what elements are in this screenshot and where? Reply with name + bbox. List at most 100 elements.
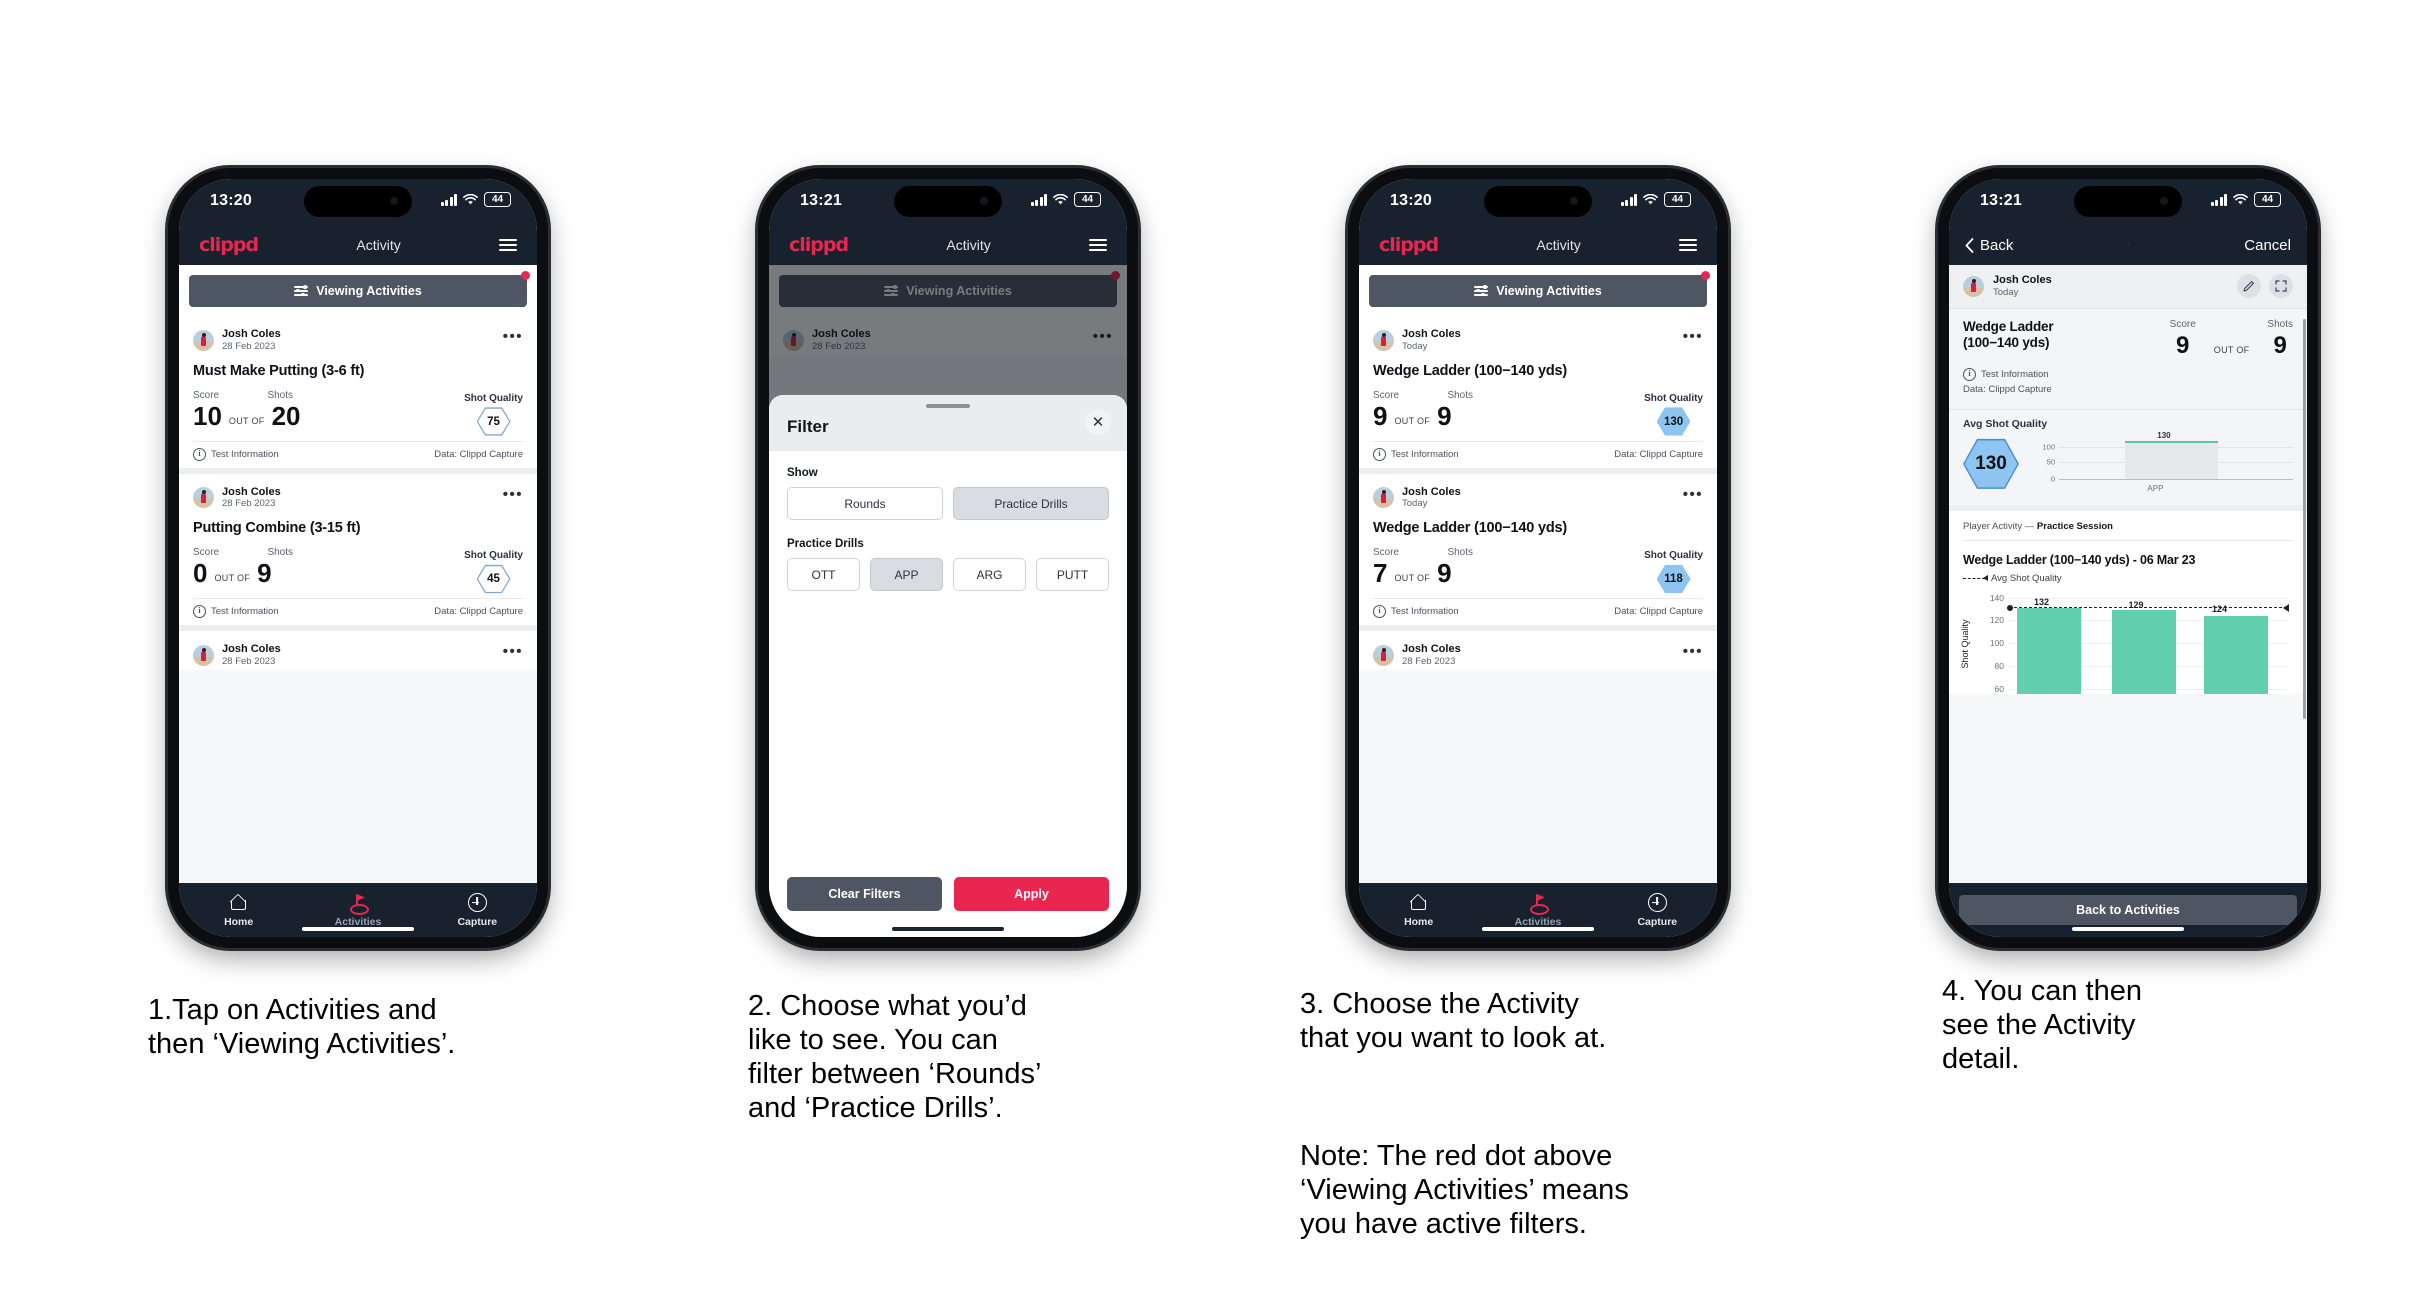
drill-chip-app[interactable]: APP [870, 558, 943, 591]
apply-button[interactable]: Apply [954, 877, 1109, 911]
home-indicator [892, 927, 1004, 931]
more-options-icon[interactable]: ••• [1683, 329, 1703, 344]
activity-card-footer: i Test Information Data: Clippd Capture [193, 598, 523, 625]
scrollbar-thumb[interactable] [2303, 319, 2306, 719]
shot-quality-block: Shot Quality 45 [464, 550, 523, 594]
score-value: 0 [193, 558, 208, 589]
app-bar: clippd Activity [1359, 225, 1717, 265]
tab-activities[interactable]: Activities [298, 893, 417, 928]
shots-label: Shots [267, 547, 294, 559]
avg-line-legend-icon [1963, 575, 1988, 582]
test-information[interactable]: i Test Information [1963, 367, 2293, 382]
tab-capture[interactable]: Capture [418, 893, 537, 928]
tab-home-label: Home [224, 915, 254, 928]
activity-title: Wedge Ladder (100−140 yds) [1373, 520, 1567, 537]
bar-value: 129 [2128, 599, 2144, 610]
filter-sheet: Filter ✕ Show Rounds Practice Drills Pra… [769, 395, 1127, 937]
activity-card[interactable]: Josh Coles 28 Feb 2023 ••• Must Make Put… [179, 316, 537, 474]
activity-title: Wedge Ladder (100−140 yds) [1373, 362, 1567, 379]
expand-icon[interactable] [2269, 274, 2293, 299]
viewing-activities-button[interactable]: Viewing Activities [1369, 275, 1707, 307]
activity-stats: Score Shots 9 OUT OF 9 Shot Quality 130 [1373, 385, 1703, 437]
drill-chip-ott[interactable]: OTT [787, 558, 860, 591]
bar [2017, 607, 2082, 694]
drill-chip-putt[interactable]: PUTT [1036, 558, 1109, 591]
back-button[interactable]: Back [1965, 237, 2013, 254]
activity-card-footer: i Test Information Data: Clippd Capture [1373, 598, 1703, 625]
score-label: Score [193, 547, 220, 559]
tab-capture[interactable]: Capture [1598, 893, 1717, 928]
clippd-logo: clippd [1379, 234, 1439, 256]
show-option-rounds[interactable]: Rounds [787, 487, 943, 520]
y-tick: 60 [1994, 684, 2004, 695]
user-name: Josh Coles [1402, 485, 1461, 498]
tab-home[interactable]: Home [179, 893, 298, 928]
wifi-icon [1053, 193, 1068, 204]
test-information-label: Test Information [211, 448, 279, 460]
drill-chip-arg[interactable]: ARG [953, 558, 1026, 591]
detail-summary: Wedge Ladder (100−140 yds) Score 9 OUT O… [1949, 308, 2307, 410]
shot-quality-value: 45 [487, 573, 500, 586]
bar [2111, 610, 2176, 694]
home-indicator [302, 927, 414, 931]
status-time: 13:20 [210, 192, 252, 209]
activity-date: 28 Feb 2023 [222, 498, 276, 510]
drag-handle[interactable] [926, 404, 970, 408]
cancel-button[interactable]: Cancel [2244, 237, 2291, 254]
more-options-icon[interactable]: ••• [1683, 487, 1703, 502]
mini-ytick: 100 [2042, 442, 2055, 452]
test-information[interactable]: i Test Information [193, 447, 279, 461]
activity-card[interactable]: Josh Coles 28 Feb 2023 ••• [179, 631, 537, 670]
app-bar: clippd Activity [179, 225, 537, 265]
menu-icon[interactable] [1089, 239, 1107, 251]
activity-card[interactable]: Josh Coles Today ••• Wedge Ladder (100−1… [1359, 316, 1717, 474]
out-of-label: OUT OF [214, 573, 251, 584]
viewing-activities-label: Viewing Activities [1496, 284, 1602, 298]
avg-shot-quality-value: 130 [1975, 452, 2007, 474]
test-information[interactable]: i Test Information [1373, 605, 1459, 619]
menu-icon[interactable] [499, 239, 517, 251]
filter-sheet-header: Filter ✕ [769, 395, 1127, 451]
activity-card-header: Josh Coles Today ••• [1373, 482, 1703, 513]
activity-card[interactable]: Josh Coles 28 Feb 2023 ••• Putting Combi… [179, 473, 537, 632]
test-information[interactable]: i Test Information [1373, 447, 1459, 461]
activity-card[interactable]: Josh Coles Today ••• Wedge Ladder (100−1… [1359, 473, 1717, 632]
stat-labels: Score Shots [193, 385, 293, 403]
battery-indicator: 44 [484, 192, 511, 207]
activity-date: Today [1402, 498, 1428, 510]
shots-value: 9 [1437, 400, 1452, 431]
page-title: Activity [946, 237, 991, 253]
mini-bar-cap [2124, 440, 2219, 443]
clear-filters-button[interactable]: Clear Filters [787, 877, 942, 911]
cellular-signal-icon [1620, 193, 1637, 206]
drill-chip-ott-label: OTT [811, 567, 836, 582]
test-information[interactable]: i Test Information [193, 605, 279, 619]
wifi-icon [463, 193, 478, 204]
viewing-activities-button[interactable]: Viewing Activities [189, 275, 527, 307]
activity-title: Putting Combine (3-15 ft) [193, 520, 361, 537]
more-options-icon[interactable]: ••• [503, 329, 523, 344]
detail-score-block: Score 9 OUT OF Shots 9 [2170, 319, 2293, 358]
more-options-icon[interactable]: ••• [503, 487, 523, 502]
show-option-practice-drills[interactable]: Practice Drills [953, 487, 1109, 520]
status-time: 13:20 [1390, 192, 1432, 209]
tab-activities[interactable]: Activities [1478, 893, 1597, 928]
back-to-activities-button[interactable]: Back to Activities [1959, 895, 2297, 925]
activity-card[interactable]: Josh Coles 28 Feb 2023 ••• [1359, 631, 1717, 670]
tab-capture-label: Capture [1637, 915, 1678, 928]
avg-shot-quality-hexagon: 130 [1963, 438, 2019, 490]
viewing-activities-wrap: Viewing Activities [179, 265, 537, 316]
pencil-icon[interactable] [2237, 274, 2261, 299]
activity-date: 28 Feb 2023 [222, 655, 276, 667]
menu-icon[interactable] [1679, 239, 1697, 251]
more-options-icon[interactable]: ••• [503, 644, 523, 659]
phone-2-body: Viewing Activities Josh Coles 28 Feb 202… [769, 265, 1127, 937]
clear-filters-label: Clear Filters [828, 887, 901, 901]
mini-bar-value: 130 [2157, 430, 2171, 440]
avatar [193, 644, 214, 666]
more-options-icon[interactable]: ••• [1683, 644, 1703, 659]
tab-home[interactable]: Home [1359, 893, 1478, 928]
info-icon: i [1373, 605, 1386, 619]
shot-quality-hexagon: 130 [1656, 407, 1691, 436]
close-icon[interactable]: ✕ [1085, 409, 1111, 435]
